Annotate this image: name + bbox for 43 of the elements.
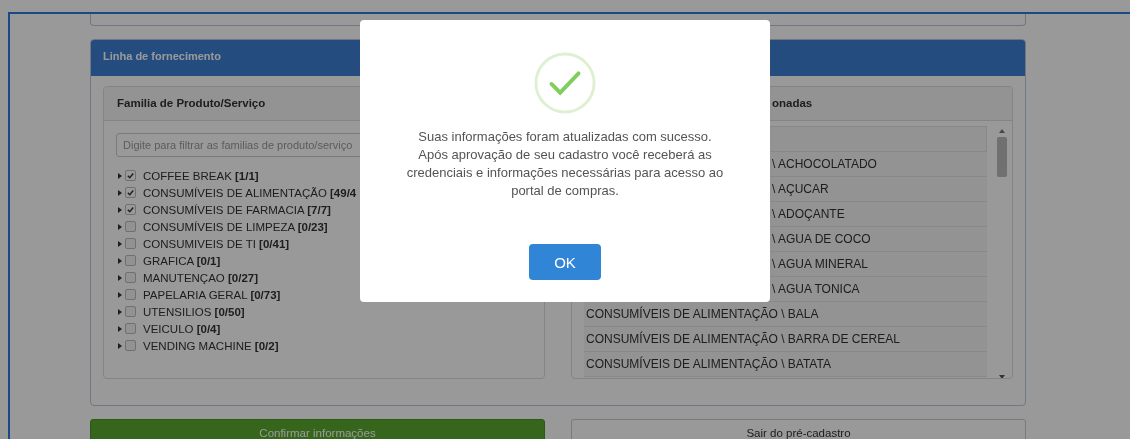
- tree-item-label: GRAFICA [0/1]: [143, 254, 221, 267]
- checkbox[interactable]: [125, 306, 136, 317]
- tree-item-label: COFFEE BREAK [1/1]: [143, 169, 259, 182]
- checkbox[interactable]: [125, 187, 136, 198]
- tree-item-label: CONSUMÍVEIS DE LIMPEZA [0/23]: [143, 220, 328, 233]
- tree-item-label: CONSUMIVEIS DE TI [0/41]: [143, 237, 290, 250]
- tree-item-label: PAPELARIA GERAL [0/73]: [143, 288, 281, 301]
- tree-item-label: MANUTENÇAO [0/27]: [143, 271, 259, 284]
- caret-icon[interactable]: [118, 206, 122, 213]
- checkbox[interactable]: [125, 238, 136, 249]
- tree-item-label: CONSUMÍVEIS DE ALIMENTAÇÃO [49/4: [143, 186, 357, 199]
- list-row: CONSUMÍVEIS DE ALIMENTAÇÃO \ BATATA: [584, 352, 987, 377]
- scroll-down-icon[interactable]: [998, 375, 1005, 378]
- checkbox[interactable]: [125, 289, 136, 300]
- caret-icon[interactable]: [118, 257, 122, 264]
- success-check-icon: [534, 52, 596, 114]
- exit-button[interactable]: Sair do pré-cadastro: [571, 419, 1026, 439]
- scroll-thumb[interactable]: [996, 137, 1007, 177]
- caret-icon[interactable]: [118, 172, 122, 179]
- tree-item-label: UTENSILIOS [0/50]: [143, 305, 245, 318]
- checkbox[interactable]: [125, 170, 136, 181]
- checkbox[interactable]: [125, 255, 136, 266]
- caret-icon[interactable]: [118, 308, 122, 315]
- ok-button[interactable]: OK: [529, 244, 601, 280]
- list-row: CONSUMÍVEIS DE ALIMENTAÇÃO \ BALA: [584, 302, 987, 327]
- caret-icon[interactable]: [118, 240, 122, 247]
- checkbox[interactable]: [125, 221, 136, 232]
- caret-icon[interactable]: [118, 325, 122, 332]
- tree-item-label: CONSUMÍVEIS DE FARMACIA [7/7]: [143, 203, 331, 216]
- list-row: CONSUMÍVEIS DE ALIMENTAÇÃO \ BARRA DE CEREAL: [584, 327, 987, 352]
- caret-icon[interactable]: [118, 223, 122, 230]
- checkbox[interactable]: [125, 272, 136, 283]
- tree-item-label: VEICULO [0/4]: [143, 322, 221, 335]
- caret-icon[interactable]: [118, 291, 122, 298]
- caret-icon[interactable]: [118, 342, 122, 349]
- tree-item-label: VENDING MACHINE [0/2]: [143, 339, 279, 352]
- checkbox[interactable]: [125, 204, 136, 215]
- checkbox[interactable]: [125, 323, 136, 334]
- caret-icon[interactable]: [118, 189, 122, 196]
- caret-icon[interactable]: [118, 274, 122, 281]
- confirm-button[interactable]: Confirmar informações: [90, 419, 545, 439]
- checkbox[interactable]: [125, 340, 136, 351]
- scroll-up-icon[interactable]: [998, 129, 1005, 133]
